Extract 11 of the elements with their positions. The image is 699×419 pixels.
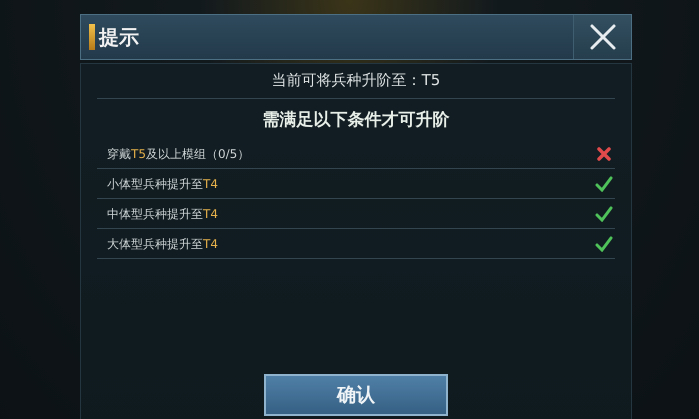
close-button[interactable]: [573, 15, 631, 59]
upgrade-info-text: 当前可将兵种升阶至：T5: [97, 64, 615, 98]
condition-text: 小体型兵种提升至T4: [107, 176, 218, 192]
title-marker-icon: [89, 24, 95, 50]
conditions-heading: 需满足以下条件才可升阶: [262, 108, 450, 132]
dialog-title: 提示: [99, 24, 139, 51]
condition-text: 大体型兵种提升至T4: [107, 236, 218, 252]
condition-text: 中体型兵种提升至T4: [107, 206, 218, 222]
close-icon: [588, 22, 618, 52]
condition-text: 穿戴T5及以上模组（0/5）: [107, 146, 250, 162]
confirm-button[interactable]: 确认: [264, 374, 448, 416]
